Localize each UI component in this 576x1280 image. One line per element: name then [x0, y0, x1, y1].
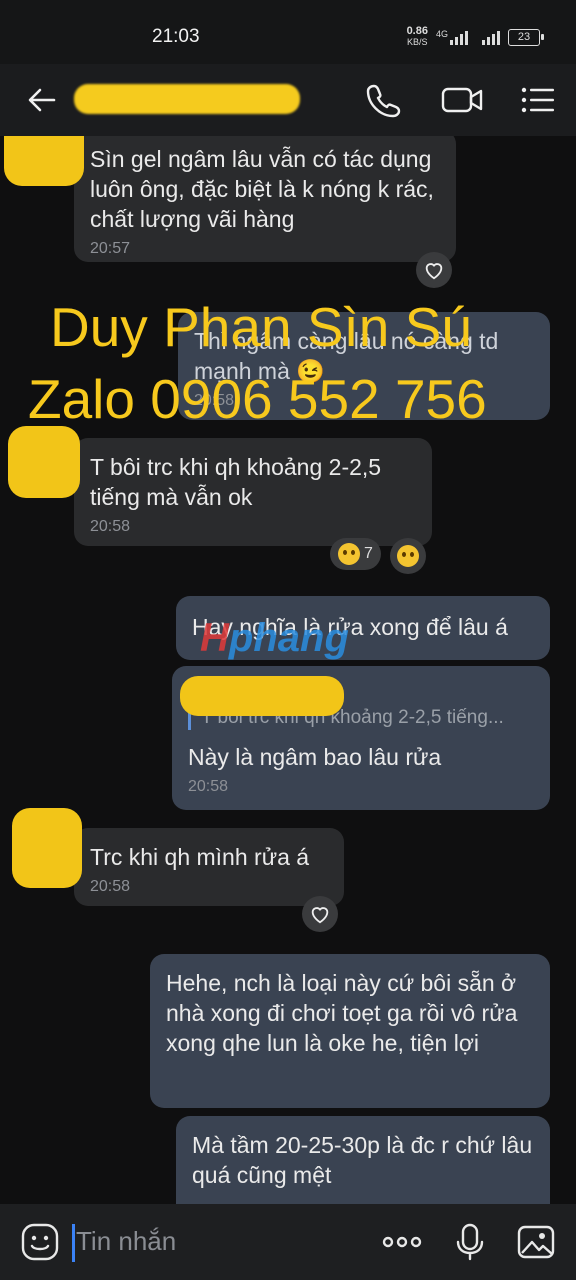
message-bubble[interactable]: T bôi trc khi qh khoảng 2-2,5 tiếng mà v… [74, 438, 432, 546]
emoji-button[interactable] [20, 1222, 60, 1262]
image-icon [517, 1225, 555, 1259]
surprised-emoji-icon [338, 543, 360, 565]
contact-name-redacted[interactable] [74, 84, 300, 114]
message-text: Sìn gel ngâm lâu vẫn có tác dụng luôn ôn… [90, 146, 434, 232]
microphone-icon [456, 1223, 484, 1261]
reaction-summary[interactable]: 7 [330, 538, 381, 570]
more-dots-icon [382, 1236, 422, 1248]
net-speed: 0.86 KB/S [406, 25, 428, 48]
heart-icon [425, 263, 443, 280]
message-text: Này là ngâm bao lâu rửa [188, 744, 442, 770]
signal-icon: 4G [436, 29, 468, 45]
status-icons: 0.86 KB/S 4G 23 [406, 25, 544, 48]
avatar-redacted [4, 136, 84, 186]
voice-button[interactable] [450, 1222, 490, 1262]
message-bubble[interactable]: Thì ngâm càng lâu nó càng td mạnh mà 😉 2… [178, 312, 550, 420]
surprised-emoji-icon [397, 545, 419, 567]
message-text: Trc khi qh mình rửa á [90, 844, 310, 870]
react-button[interactable] [390, 538, 426, 574]
video-call-button[interactable] [440, 80, 483, 120]
more-button[interactable] [380, 1222, 422, 1262]
message-input[interactable]: Tin nhắn [76, 1226, 176, 1257]
reaction-count: 7 [364, 545, 373, 562]
menu-icon [521, 87, 554, 113]
message-text: Thì ngâm càng lâu nó càng td mạnh mà 😉 [194, 328, 499, 384]
message-time: 20:58 [188, 778, 229, 795]
like-button[interactable] [302, 896, 338, 932]
message-time: 20:58 [90, 518, 131, 535]
brand-watermark-logo: Hphang [200, 616, 349, 660]
message-time: 20:58 [90, 878, 131, 895]
arrow-left-icon [28, 88, 56, 112]
text-caret [72, 1224, 75, 1262]
message-time: 20:58 [194, 392, 235, 409]
message-text: Hehe, nch là loại này cứ bôi sẵn ở nhà x… [166, 970, 518, 1056]
status-time: 21:03 [152, 26, 200, 47]
message-bubble[interactable]: Sìn gel ngâm lâu vẫn có tác dụng luôn ôn… [74, 136, 456, 262]
options-button[interactable] [518, 80, 558, 120]
emoji-icon [21, 1223, 59, 1261]
chat-area[interactable]: Sìn gel ngâm lâu vẫn có tác dụng luôn ôn… [0, 136, 576, 1204]
signal-2-icon [482, 29, 500, 45]
battery-icon: 23 [508, 28, 544, 46]
message-time: 20:57 [90, 240, 131, 257]
back-button[interactable] [24, 82, 60, 118]
message-text: Mà tầm 20-25-30p là đc r chứ lâu quá cũn… [192, 1132, 533, 1188]
message-bubble[interactable]: Trc khi qh mình rửa á 20:58 [74, 828, 344, 906]
avatar-redacted [8, 426, 80, 498]
avatar-redacted [12, 808, 82, 888]
message-composer: Tin nhắn [0, 1204, 576, 1280]
message-text: T bôi trc khi qh khoảng 2-2,5 tiếng mà v… [90, 454, 382, 510]
image-button[interactable] [516, 1222, 556, 1262]
name-redacted [180, 676, 344, 716]
phone-icon [366, 84, 401, 118]
message-bubble[interactable]: Mà tầm 20-25-30p là đc r chứ lâu quá cũn… [176, 1116, 550, 1204]
message-bubble[interactable]: Hehe, nch là loại này cứ bôi sẵn ở nhà x… [150, 954, 550, 1108]
call-button[interactable] [364, 80, 404, 120]
video-camera-icon [441, 87, 483, 113]
like-button[interactable] [416, 252, 452, 288]
heart-icon [311, 907, 329, 924]
chat-header [0, 64, 576, 136]
status-bar: 21:03 0.86 KB/S 4G 23 [0, 0, 576, 64]
